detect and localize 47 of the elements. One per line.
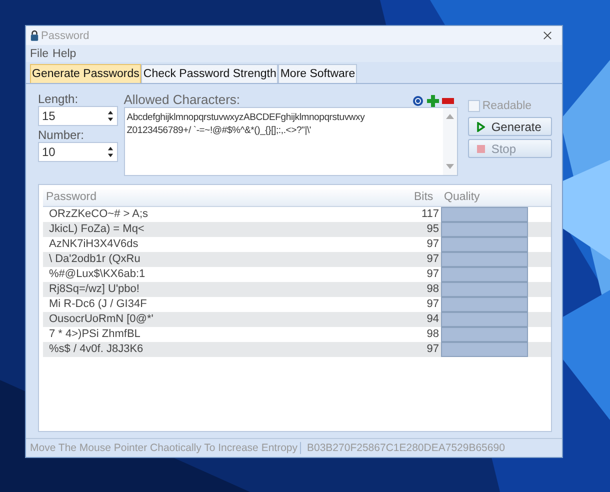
- generate-button[interactable]: Generate: [468, 117, 552, 136]
- tab[interactable]: Check Password Strength: [141, 64, 278, 83]
- characters-line: AbcdefghijklmnopqrstuvwxyzABCDEFghijklmnopqrstuvwxy: [126, 112, 366, 123]
- field-label: Length:: [38, 92, 80, 106]
- spin-arrows-icon[interactable]: [106, 110, 114, 122]
- menu-item[interactable]: Help: [52, 48, 76, 60]
- status-hash: B03B270F25867C1E280DEA7529B65690: [307, 442, 505, 454]
- bits-cell-text: 94: [426, 312, 440, 327]
- field-label: Number:: [38, 128, 86, 142]
- length-spinner[interactable]: 15: [38, 106, 118, 126]
- bits-cell-text: 98: [426, 282, 440, 297]
- password-cell-text: 7 * 4>)PSi ZhmfBL: [48, 327, 142, 342]
- bits-cell-text: 98: [426, 327, 440, 342]
- bits-cell-text: 97: [426, 297, 440, 312]
- tab[interactable]: More Software: [278, 64, 358, 83]
- password-cell-text: %s$ / 4v0f. J8J3K6: [48, 342, 144, 357]
- field-label: Allowed Characters:: [124, 92, 240, 107]
- password-cell-text: Rj8Sq=/wz] U'pbo!: [48, 282, 140, 297]
- checkbox-label: Readable: [482, 100, 532, 112]
- characters-line: Z0123456789+/ `-=~!@#$%^&*()_{}[];:,.<>?"|\': [126, 125, 312, 136]
- password-cell-text: %#@Lux$\KX6ab:1: [48, 267, 146, 282]
- menu-item[interactable]: File: [30, 48, 49, 60]
- password-cell-text: OusocrUoRmN [0@*': [48, 312, 154, 327]
- bits-cell-text: 117: [420, 207, 440, 222]
- play-icon: [477, 122, 486, 132]
- bits-cell-text: 97: [426, 252, 440, 267]
- ring-icon[interactable]: [412, 95, 424, 107]
- tab[interactable]: Generate Passwords: [30, 64, 142, 83]
- bits-cell-text: 97: [426, 342, 440, 357]
- password-cell-text: \ Da'2odb1r (QxRu: [48, 252, 142, 267]
- window-title: Password: [41, 30, 90, 42]
- password-cell-text: ORzZKeCO~# > A;s: [48, 207, 150, 222]
- characters-field[interactable]: AbcdefghijklmnopqrstuvwxyzABCDEFghijklmnopqrstuvwxy Z0123456789+/ `-=~!@#$%^&*()_{}[];:,.<>?"|\': [124, 107, 458, 176]
- spin-arrows-icon[interactable]: [106, 146, 114, 158]
- status-hint: Move The Mouse Pointer Chaotically To Increase Entropy: [30, 442, 301, 454]
- password-cell-text: AzNK7iH3X4V6ds: [48, 237, 140, 252]
- close-icon[interactable]: [543, 31, 552, 40]
- password-cell-text: JkicL) FoZa) = Mq<: [48, 222, 146, 237]
- checkbox[interactable]: [468, 100, 480, 112]
- eraser-icon[interactable]: [442, 95, 454, 107]
- number-spinner[interactable]: 10: [38, 142, 118, 162]
- bits-cell-text: 97: [426, 267, 440, 282]
- password-cell-text: Mi R-Dc6 (J / GI34F: [48, 297, 148, 312]
- stop-icon: [477, 144, 486, 154]
- padlock-icon: [30, 30, 39, 41]
- bits-cell-text: 97: [426, 237, 440, 252]
- bits-cell-text: 95: [426, 222, 440, 237]
